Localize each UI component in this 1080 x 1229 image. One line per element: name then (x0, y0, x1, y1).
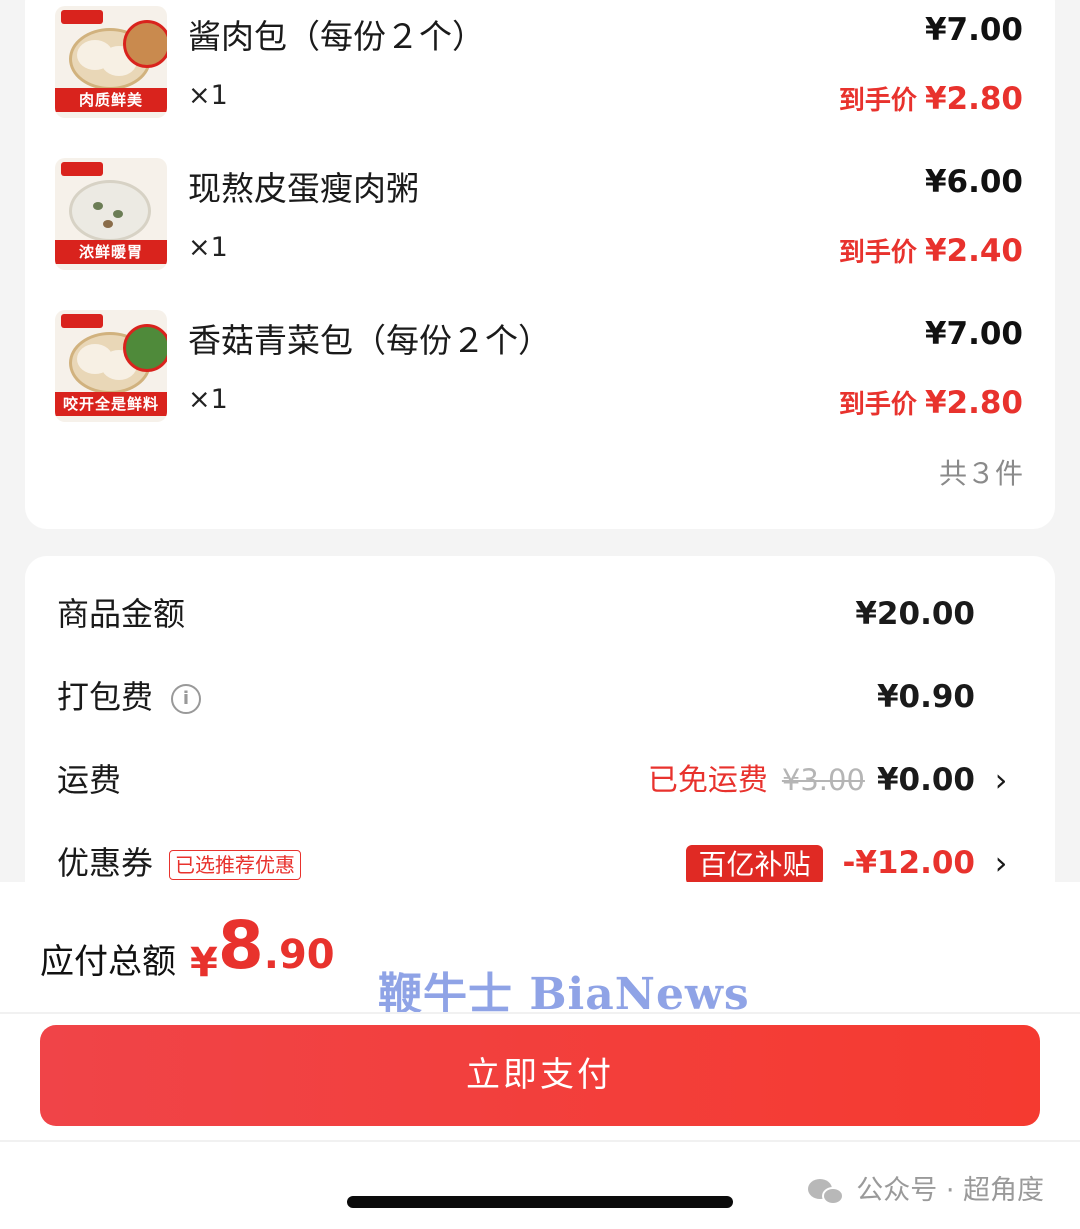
total-amount: ¥8.90 (190, 906, 335, 986)
info-icon[interactable]: i (171, 684, 202, 714)
source-text: 公众号 · 超角度 (856, 1175, 1044, 1206)
packing-fee-label-wrap: 打包费 i (57, 667, 202, 727)
free-shipping-text: 已免运费 (647, 763, 768, 798)
packing-fee-label: 打包费 (57, 678, 154, 716)
item-quantity: ×1 (188, 232, 228, 263)
item-final-price: 到手价 ¥2.80 (839, 80, 1023, 117)
coupon-value: -¥12.00 (842, 845, 976, 881)
recommended-coupon-tag: 已选推荐优惠 (169, 850, 302, 880)
order-items-card: 肉质鲜美 酱肉包（每份２个） ×1 ¥7.00 到手价 ¥2.80 浓鲜暖胃 现熬… (25, 0, 1055, 529)
item-price: ¥7.00 (924, 12, 1023, 48)
source-credit: 公众号 · 超角度 (808, 1168, 1044, 1207)
list-item[interactable]: 浓鲜暖胃 现熬皮蛋瘦肉粥 ×1 ¥6.00 到手价 ¥2.40 (25, 158, 1055, 298)
goods-amount-label: 商品金额 (57, 595, 186, 633)
total-decimal: .90 (263, 932, 335, 978)
shipping-value-wrap: 已免运费 ¥3.00 ¥0.00 (648, 750, 975, 811)
final-price-value: ¥2.80 (924, 385, 1023, 421)
packing-fee-row: 打包费 i ¥0.90 (25, 667, 1055, 727)
shipping-value: ¥0.00 (876, 762, 975, 798)
item-price: ¥6.00 (924, 164, 1023, 200)
item-name: 香菇青菜包（每份２个） (188, 321, 551, 360)
item-thumbnail: 肉质鲜美 (55, 6, 167, 118)
item-thumbnail: 咬开全是鲜料 (55, 310, 167, 422)
shipping-label: 运费 (57, 761, 122, 799)
divider (0, 1140, 1080, 1142)
chevron-right-icon[interactable]: › (983, 845, 1019, 881)
thumbnail-banner: 浓鲜暖胃 (55, 240, 167, 264)
final-price-label: 到手价 (838, 238, 917, 268)
item-thumbnail: 浓鲜暖胃 (55, 158, 167, 270)
item-final-price: 到手价 ¥2.80 (839, 384, 1023, 421)
divider (0, 1012, 1080, 1014)
final-price-label: 到手价 (838, 86, 917, 116)
goods-amount-value: ¥20.00 (855, 596, 975, 632)
list-item[interactable]: 咬开全是鲜料 香菇青菜包（每份２个） ×1 ¥7.00 到手价 ¥2.80 (25, 310, 1055, 450)
pay-now-button[interactable]: 立即支付 (40, 1025, 1040, 1126)
final-price-label: 到手价 (838, 390, 917, 420)
chevron-right-icon[interactable]: › (983, 762, 1019, 798)
subsidy-badge: 百亿补贴 (686, 844, 823, 885)
total-label: 应付总额 (40, 942, 176, 982)
item-quantity: ×1 (188, 384, 228, 415)
item-name: 酱肉包（每份２个） (188, 17, 485, 56)
shipping-row[interactable]: 运费 已免运费 ¥3.00 ¥0.00 › (25, 750, 1055, 810)
home-indicator[interactable] (347, 1196, 733, 1208)
wechat-icon (808, 1177, 846, 1207)
checkout-bar: 应付总额 ¥8.90 鞭牛士 BiaNews 立即支付 公众号 · 超角度 (0, 882, 1080, 1229)
total-integer: 8 (217, 907, 264, 984)
thumbnail-banner: 咬开全是鲜料 (55, 392, 167, 416)
coupon-label: 优惠券 (57, 844, 154, 882)
item-price: ¥7.00 (924, 316, 1023, 352)
goods-amount-row: 商品金额 ¥20.00 (25, 584, 1055, 644)
original-shipping-fee: ¥3.00 (781, 763, 865, 797)
item-quantity: ×1 (188, 80, 228, 111)
list-item[interactable]: 肉质鲜美 酱肉包（每份２个） ×1 ¥7.00 到手价 ¥2.80 (25, 6, 1055, 146)
final-price-value: ¥2.40 (924, 233, 1023, 269)
total-currency: ¥ (190, 940, 218, 986)
thumbnail-banner: 肉质鲜美 (55, 88, 167, 112)
item-final-price: 到手价 ¥2.40 (839, 232, 1023, 269)
packing-fee-value: ¥0.90 (876, 679, 975, 715)
item-name: 现熬皮蛋瘦肉粥 (188, 169, 419, 208)
final-price-value: ¥2.80 (924, 81, 1023, 117)
items-count: 共３件 (938, 457, 1023, 490)
